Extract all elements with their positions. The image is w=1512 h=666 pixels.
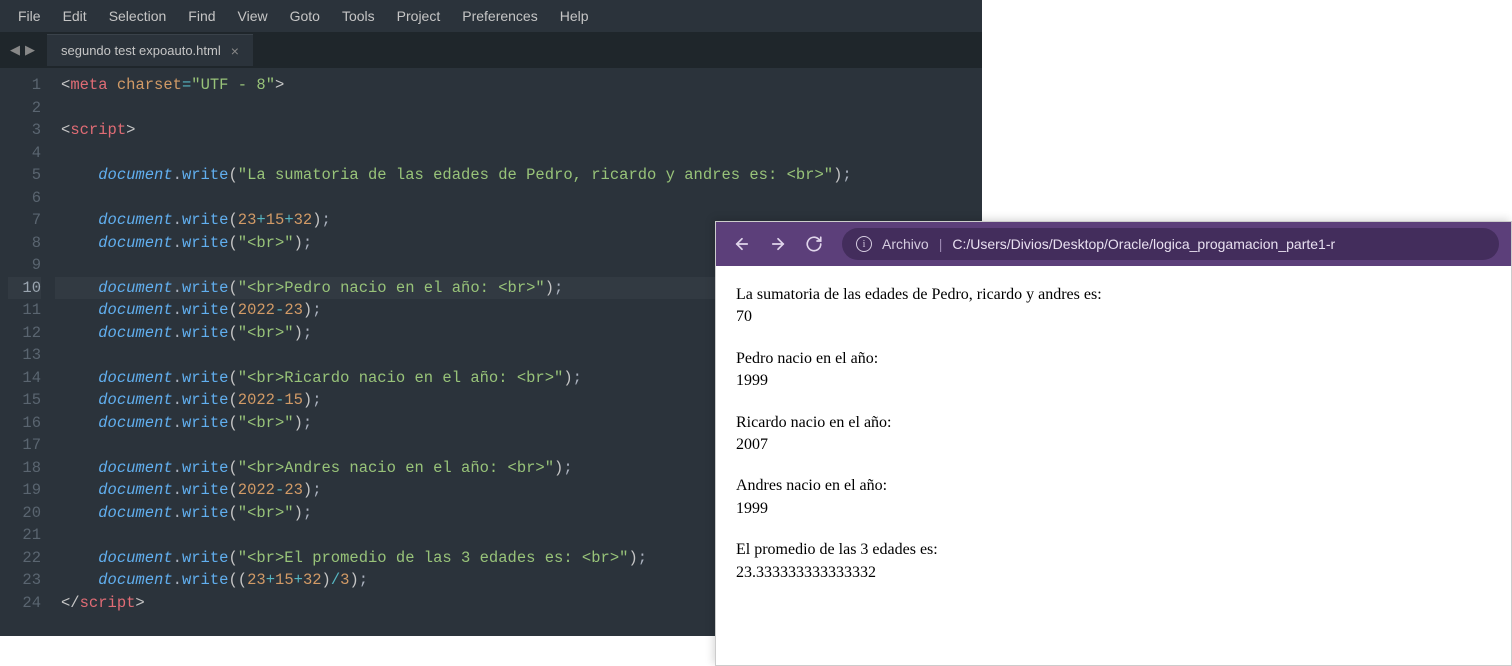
output-line: 1999 [736,370,1491,392]
browser-forward-button[interactable] [764,230,792,258]
line-number: 5 [8,164,41,187]
line-number: 3 [8,119,41,142]
browser-toolbar: i Archivo | C:/Users/Divios/Desktop/Orac… [716,222,1511,266]
address-bar[interactable]: i Archivo | C:/Users/Divios/Desktop/Orac… [842,228,1499,260]
output-line: 2007 [736,434,1491,456]
line-number: 15 [8,389,41,412]
menu-bar: FileEditSelectionFindViewGotoToolsProjec… [0,0,982,32]
file-tab-label: segundo test expoauto.html [61,43,221,58]
file-tab[interactable]: segundo test expoauto.html × [47,34,253,66]
line-number: 11 [8,299,41,322]
tab-nav-arrows: ◀ ▶ [8,40,37,60]
line-number: 17 [8,434,41,457]
line-number: 20 [8,502,41,525]
output-line: La sumatoria de las edades de Pedro, ric… [736,284,1491,306]
line-number: 22 [8,547,41,570]
line-number: 2 [8,97,41,120]
output-block: Andres nacio en el año:1999 [736,475,1491,520]
output-line: Andres nacio en el año: [736,475,1491,497]
reload-icon [805,235,823,253]
line-number: 9 [8,254,41,277]
output-line: El promedio de las 3 edades es: [736,539,1491,561]
output-line: 23.333333333333332 [736,562,1491,584]
browser-viewport: La sumatoria de las edades de Pedro, ric… [716,266,1511,621]
code-line[interactable] [55,142,982,165]
output-block: La sumatoria de las edades de Pedro, ric… [736,284,1491,329]
output-block: El promedio de las 3 edades es:23.333333… [736,539,1491,584]
line-number: 7 [8,209,41,232]
menu-help[interactable]: Help [550,6,599,26]
menu-view[interactable]: View [228,6,278,26]
menu-preferences[interactable]: Preferences [452,6,547,26]
line-number: 13 [8,344,41,367]
line-number: 23 [8,569,41,592]
tab-bar: ◀ ▶ segundo test expoauto.html × [0,32,982,68]
arrow-left-icon [733,235,751,253]
menu-project[interactable]: Project [387,6,451,26]
line-number: 14 [8,367,41,390]
browser-window: i Archivo | C:/Users/Divios/Desktop/Orac… [715,221,1512,666]
browser-reload-button[interactable] [800,230,828,258]
tab-nav-forward-icon[interactable]: ▶ [23,40,37,60]
code-line[interactable]: document.write("La sumatoria de las edad… [55,164,982,187]
code-line[interactable] [55,97,982,120]
menu-file[interactable]: File [8,6,51,26]
address-separator: | [939,236,943,252]
menu-find[interactable]: Find [178,6,225,26]
tab-nav-back-icon[interactable]: ◀ [8,40,22,60]
output-line: Ricardo nacio en el año: [736,412,1491,434]
address-path: C:/Users/Divios/Desktop/Oracle/logica_pr… [952,236,1335,252]
arrow-right-icon [769,235,787,253]
menu-selection[interactable]: Selection [99,6,177,26]
line-number: 21 [8,524,41,547]
menu-goto[interactable]: Goto [280,6,330,26]
code-line[interactable]: <script> [55,119,982,142]
code-line[interactable] [55,187,982,210]
output-line: 1999 [736,498,1491,520]
menu-edit[interactable]: Edit [53,6,97,26]
line-number: 19 [8,479,41,502]
output-block: Ricardo nacio en el año:2007 [736,412,1491,457]
line-number: 1 [8,74,41,97]
output-line: 70 [736,306,1491,328]
line-number: 8 [8,232,41,255]
output-line: Pedro nacio en el año: [736,348,1491,370]
line-number: 18 [8,457,41,480]
line-number: 10 [8,277,41,300]
line-number: 24 [8,592,41,615]
close-icon[interactable]: × [231,44,239,58]
line-number: 4 [8,142,41,165]
output-block: Pedro nacio en el año:1999 [736,348,1491,393]
line-number: 16 [8,412,41,435]
browser-back-button[interactable] [728,230,756,258]
address-scheme-label: Archivo [882,236,929,252]
code-line[interactable]: <meta charset="UTF - 8"> [55,74,982,97]
menu-tools[interactable]: Tools [332,6,385,26]
line-gutter: 123456789101112131415161718192021222324 [0,68,55,636]
info-icon: i [856,236,872,252]
line-number: 6 [8,187,41,210]
line-number: 12 [8,322,41,345]
